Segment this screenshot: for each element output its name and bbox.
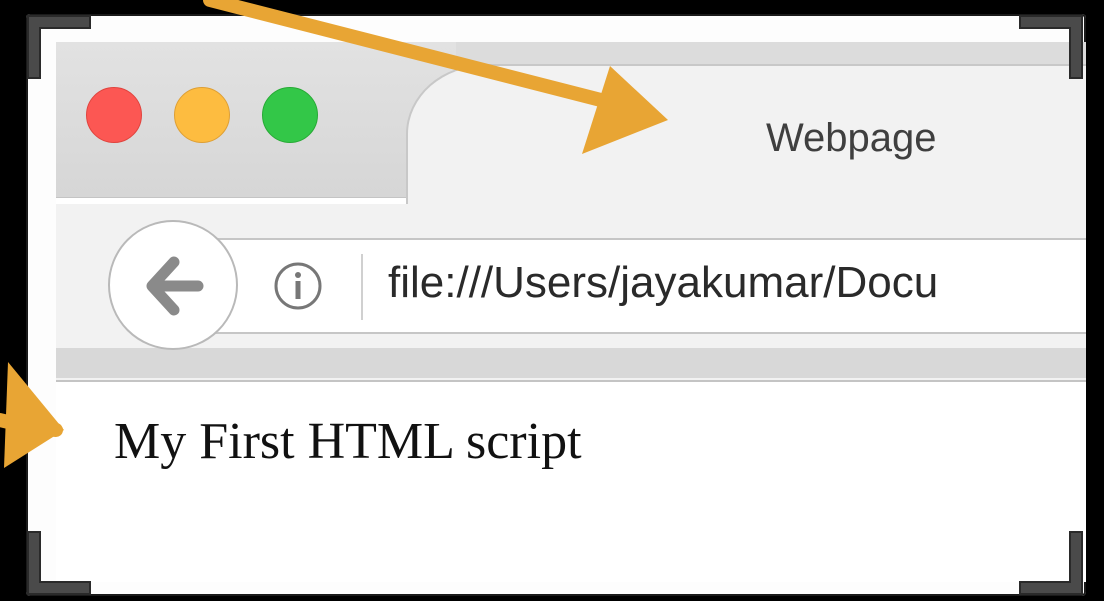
back-button[interactable] [108, 220, 238, 350]
corner-bracket-bottom-right [1019, 531, 1083, 595]
corner-bracket-bottom-left [27, 531, 91, 595]
maximize-dot-icon[interactable] [262, 87, 318, 143]
screenshot-stage: Webpage file:///Users/jayakumar/Docu My … [0, 0, 1104, 601]
minimize-dot-icon[interactable] [174, 87, 230, 143]
address-bar-divider [361, 254, 363, 320]
tab-title: Webpage [766, 116, 937, 160]
toolbar-bottom-strip [56, 348, 1086, 378]
page-body-text: My First HTML script [114, 413, 582, 470]
corner-bracket-top-right [1019, 15, 1083, 79]
info-icon[interactable] [272, 260, 324, 312]
title-bar: Webpage [56, 42, 1086, 206]
back-arrow-icon [146, 256, 204, 316]
tab-active[interactable] [406, 64, 1086, 206]
photo-frame: Webpage file:///Users/jayakumar/Docu My … [26, 14, 1086, 596]
browser-window: Webpage file:///Users/jayakumar/Docu My … [56, 42, 1086, 582]
close-dot-icon[interactable] [86, 87, 142, 143]
url-text[interactable]: file:///Users/jayakumar/Docu [388, 258, 1086, 308]
corner-bracket-top-left [27, 15, 91, 79]
